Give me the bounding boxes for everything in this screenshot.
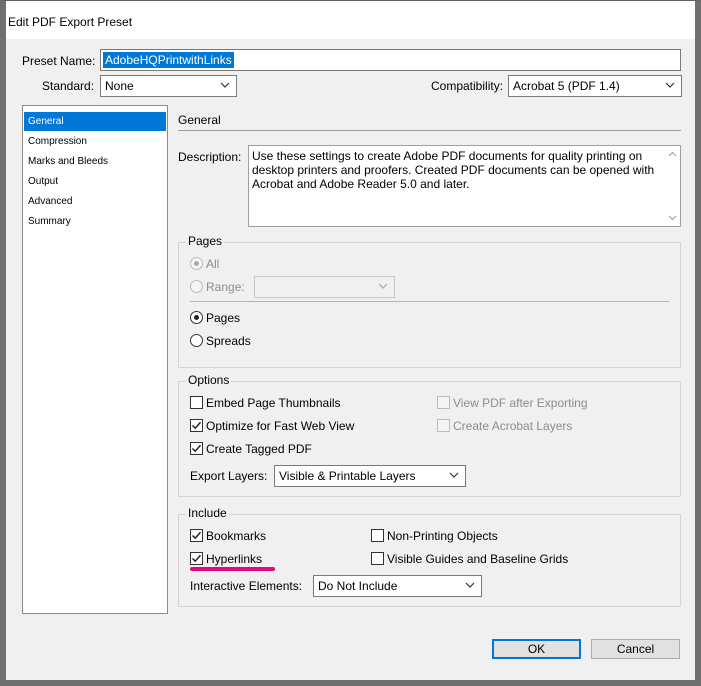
- compatibility-label: Compatibility:: [431, 79, 504, 93]
- interactive-elements-label: Interactive Elements:: [190, 579, 303, 593]
- chevron-down-icon: [449, 472, 459, 478]
- description-label: Description:: [178, 150, 242, 164]
- section-title: General: [178, 113, 221, 127]
- view-after-export-checkbox[interactable]: [437, 396, 450, 409]
- spreads-radio[interactable]: [190, 334, 203, 347]
- window-title: Edit PDF Export Preset: [8, 15, 133, 29]
- pages-range-radio[interactable]: [190, 280, 203, 293]
- scroll-up-icon[interactable]: [668, 150, 677, 159]
- description-text: Use these settings to create Adobe PDF d…: [252, 149, 655, 191]
- pages-range-label: Range:: [206, 280, 245, 294]
- hyperlinks-label: Hyperlinks: [206, 552, 263, 566]
- non-printing-checkbox[interactable]: [371, 529, 384, 542]
- interactive-elements-value: Do Not Include: [318, 579, 398, 593]
- edit-pdf-export-preset-dialog: Edit PDF Export Preset Preset Name: Adob…: [0, 0, 701, 686]
- optimize-web-label: Optimize for Fast Web View: [206, 419, 355, 433]
- checkmark-icon: [191, 554, 202, 563]
- checkmark-icon: [191, 531, 202, 540]
- pages-option-label: Pages: [206, 311, 241, 325]
- acrobat-layers-label: Create Acrobat Layers: [453, 419, 573, 433]
- pages-range-input[interactable]: [254, 276, 395, 298]
- checkmark-icon: [191, 444, 202, 453]
- bookmarks-label: Bookmarks: [206, 529, 267, 543]
- include-group-label: Include: [186, 506, 229, 520]
- spreads-option-label: Spreads: [206, 334, 251, 348]
- scroll-down-icon[interactable]: [668, 213, 677, 222]
- title-bar[interactable]: Edit PDF Export Preset: [6, 1, 695, 39]
- tagged-pdf-checkbox[interactable]: [190, 442, 203, 455]
- chevron-down-icon: [665, 82, 675, 88]
- hyperlinks-checkbox[interactable]: [190, 552, 203, 565]
- category-list: General Compression Marks and Bleeds Out…: [22, 105, 168, 614]
- view-after-export-label: View PDF after Exporting: [453, 396, 588, 410]
- sidebar-item-general[interactable]: General: [24, 112, 166, 131]
- bookmarks-checkbox[interactable]: [190, 529, 203, 542]
- compatibility-value: Acrobat 5 (PDF 1.4): [513, 79, 620, 93]
- non-printing-label: Non-Printing Objects: [387, 529, 498, 543]
- export-layers-label: Export Layers:: [190, 469, 268, 483]
- ok-button[interactable]: OK: [492, 639, 581, 659]
- tagged-pdf-label: Create Tagged PDF: [206, 442, 312, 456]
- sidebar-item-advanced[interactable]: Advanced: [24, 192, 166, 211]
- description-textarea[interactable]: Use these settings to create Adobe PDF d…: [248, 145, 681, 227]
- pages-divider: [190, 301, 669, 302]
- preset-name-label: Preset Name:: [22, 54, 96, 68]
- embed-thumbnails-checkbox[interactable]: [190, 396, 203, 409]
- export-layers-select[interactable]: Visible & Printable Layers: [274, 465, 466, 487]
- pages-group-label: Pages: [186, 234, 225, 248]
- compatibility-select[interactable]: Acrobat 5 (PDF 1.4): [508, 75, 682, 97]
- preset-name-value: AdobeHQPrintwithLinks: [103, 52, 234, 68]
- pages-all-radio[interactable]: [190, 257, 203, 270]
- optimize-web-checkbox[interactable]: [190, 419, 203, 432]
- pages-radio[interactable]: [190, 311, 203, 324]
- sidebar-item-marks-and-bleeds[interactable]: Marks and Bleeds: [24, 152, 166, 171]
- standard-select[interactable]: None: [100, 75, 237, 97]
- cancel-button[interactable]: Cancel: [591, 639, 680, 659]
- section-divider: [178, 130, 681, 131]
- preset-name-input[interactable]: AdobeHQPrintwithLinks: [100, 49, 681, 71]
- pages-all-label: All: [206, 257, 220, 271]
- options-group-label: Options: [186, 373, 232, 387]
- guides-grids-checkbox[interactable]: [371, 552, 384, 565]
- chevron-down-icon: [465, 582, 475, 588]
- checkmark-icon: [191, 421, 202, 430]
- highlight-underline: [190, 567, 275, 571]
- interactive-elements-select[interactable]: Do Not Include: [313, 575, 482, 597]
- pages-group: [178, 242, 681, 368]
- chevron-down-icon: [220, 82, 230, 88]
- chevron-down-icon: [378, 283, 388, 289]
- sidebar-item-compression[interactable]: Compression: [24, 132, 166, 151]
- standard-value: None: [105, 79, 134, 93]
- embed-thumbnails-label: Embed Page Thumbnails: [206, 396, 341, 410]
- guides-grids-label: Visible Guides and Baseline Grids: [387, 552, 569, 566]
- acrobat-layers-checkbox[interactable]: [437, 419, 450, 432]
- sidebar-item-summary[interactable]: Summary: [24, 212, 166, 231]
- sidebar-item-output[interactable]: Output: [24, 172, 166, 191]
- export-layers-value: Visible & Printable Layers: [279, 469, 416, 483]
- standard-label: Standard:: [42, 79, 95, 93]
